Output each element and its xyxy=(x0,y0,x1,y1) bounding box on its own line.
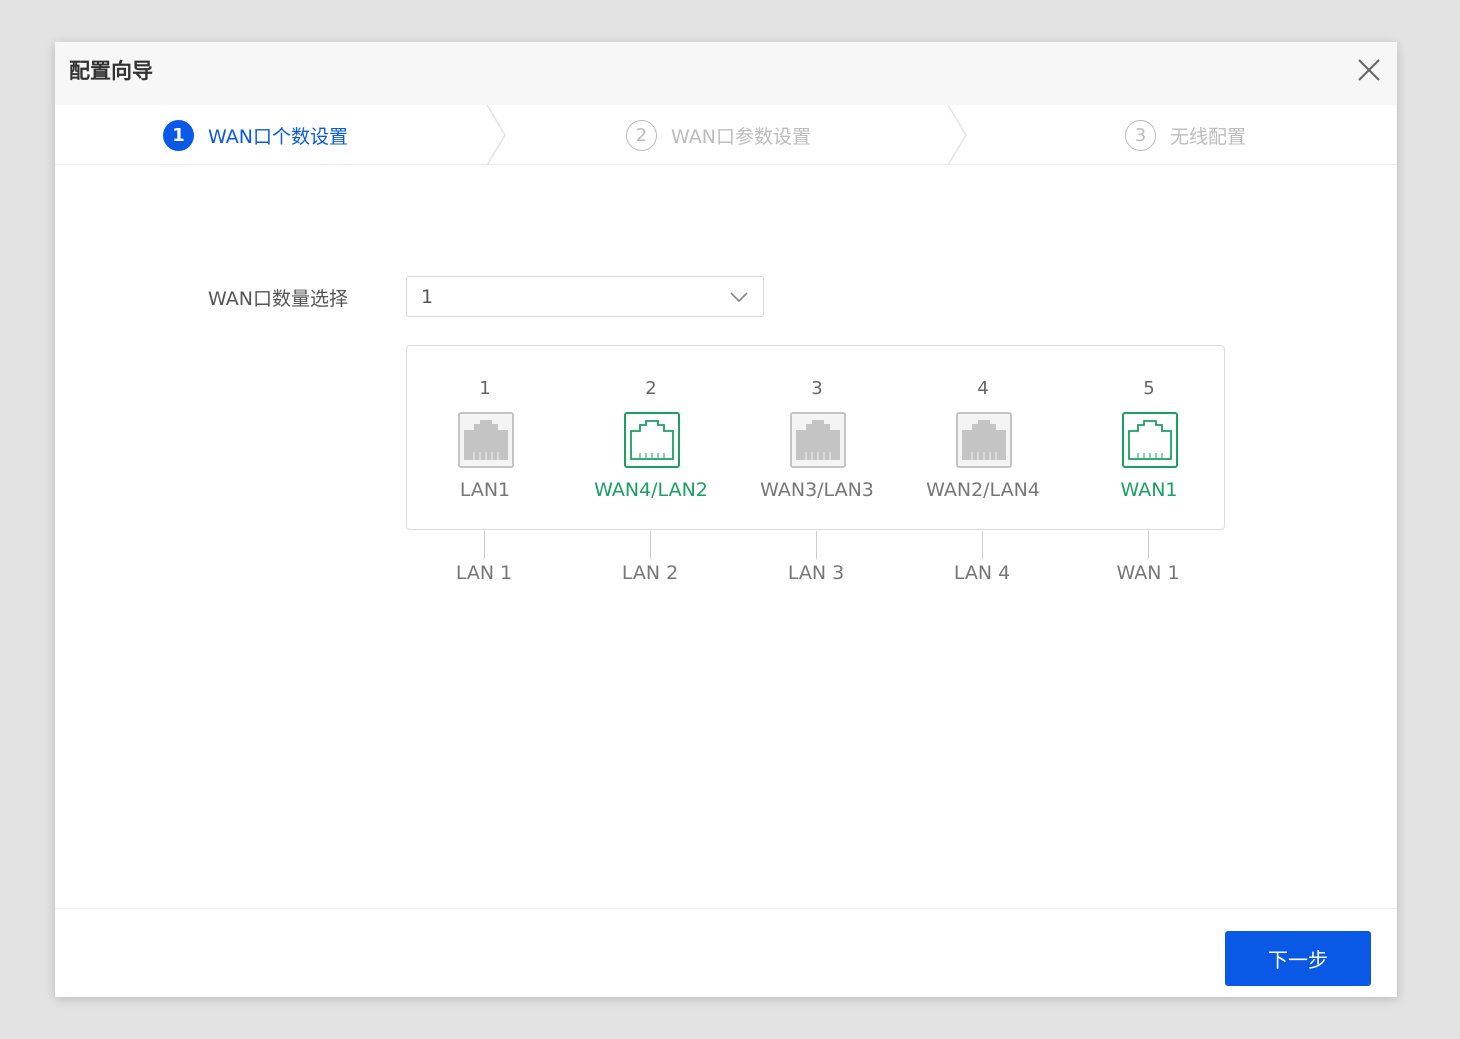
physical-port-label: LAN 2 xyxy=(621,562,679,584)
physical-port-label: LAN 4 xyxy=(953,562,1011,584)
port-diagram: 1 LAN1 2 WAN4/LAN2 3 WAN3/LAN3 4 WAN2/LA… xyxy=(406,345,1225,530)
connector-line xyxy=(1148,531,1149,559)
connector-line xyxy=(982,531,983,559)
port-1: 1 LAN1 xyxy=(410,346,560,531)
ethernet-port-icon xyxy=(956,412,1012,468)
port-5: 5 WAN1 xyxy=(1074,346,1224,531)
step-wan-params: 2 WAN口参数设置 xyxy=(626,105,811,165)
wizard-steps: 1 WAN口个数设置 2 WAN口参数设置 3 无线配置 xyxy=(55,105,1397,165)
select-value: 1 xyxy=(421,285,434,308)
ethernet-port-icon xyxy=(790,412,846,468)
port-label: WAN2/LAN4 xyxy=(926,479,1040,501)
step-wireless: 3 无线配置 xyxy=(1125,105,1246,165)
physical-port-label: WAN 1 xyxy=(1116,562,1180,584)
step-label: 无线配置 xyxy=(1170,125,1247,148)
physical-port-label: LAN 1 xyxy=(455,562,513,584)
port-2: 2 WAN4/LAN2 xyxy=(576,346,726,531)
step-wan-count: 1 WAN口个数设置 xyxy=(163,105,348,165)
wan-count-label: WAN口数量选择 xyxy=(208,288,348,310)
wan-count-select[interactable]: 1 xyxy=(406,276,764,317)
port-label: LAN1 xyxy=(459,479,511,501)
port-label: WAN3/LAN3 xyxy=(760,479,874,501)
step-label: WAN口参数设置 xyxy=(671,125,811,148)
dialog-footer xyxy=(55,908,1397,997)
dialog-header: 配置向导 xyxy=(55,42,1397,105)
port-number: 1 xyxy=(479,378,491,399)
connector-line xyxy=(650,531,651,559)
port-number: 4 xyxy=(977,378,989,399)
close-icon xyxy=(1358,59,1380,81)
port-number: 2 xyxy=(645,378,657,399)
ethernet-port-icon xyxy=(458,412,514,468)
chevron-down-icon xyxy=(730,291,748,302)
port-number: 3 xyxy=(811,378,823,399)
config-wizard-dialog: 配置向导 1 WAN口个数设置 2 WAN口参数设置 3 无线配置 WAN口数量… xyxy=(55,42,1397,997)
ethernet-port-icon xyxy=(624,412,680,468)
step-label: WAN口个数设置 xyxy=(208,125,348,148)
port-number: 5 xyxy=(1143,378,1155,399)
connector-line xyxy=(816,531,817,559)
port-label: WAN1 xyxy=(1120,479,1178,501)
physical-port-label: LAN 3 xyxy=(787,562,845,584)
chevron-separator-icon xyxy=(947,105,967,165)
ethernet-port-icon xyxy=(1122,412,1178,468)
chevron-separator-icon xyxy=(486,105,506,165)
dialog-title: 配置向导 xyxy=(69,59,153,83)
step-number-circle: 1 xyxy=(163,119,194,151)
connector-line xyxy=(484,531,485,559)
step-number-circle: 2 xyxy=(626,119,657,151)
step-number-circle: 3 xyxy=(1125,119,1156,151)
next-step-button[interactable]: 下一步 xyxy=(1225,931,1371,986)
close-button[interactable] xyxy=(1355,56,1383,84)
port-3: 3 WAN3/LAN3 xyxy=(742,346,892,531)
port-4: 4 WAN2/LAN4 xyxy=(908,346,1058,531)
port-label: WAN4/LAN2 xyxy=(594,479,708,501)
